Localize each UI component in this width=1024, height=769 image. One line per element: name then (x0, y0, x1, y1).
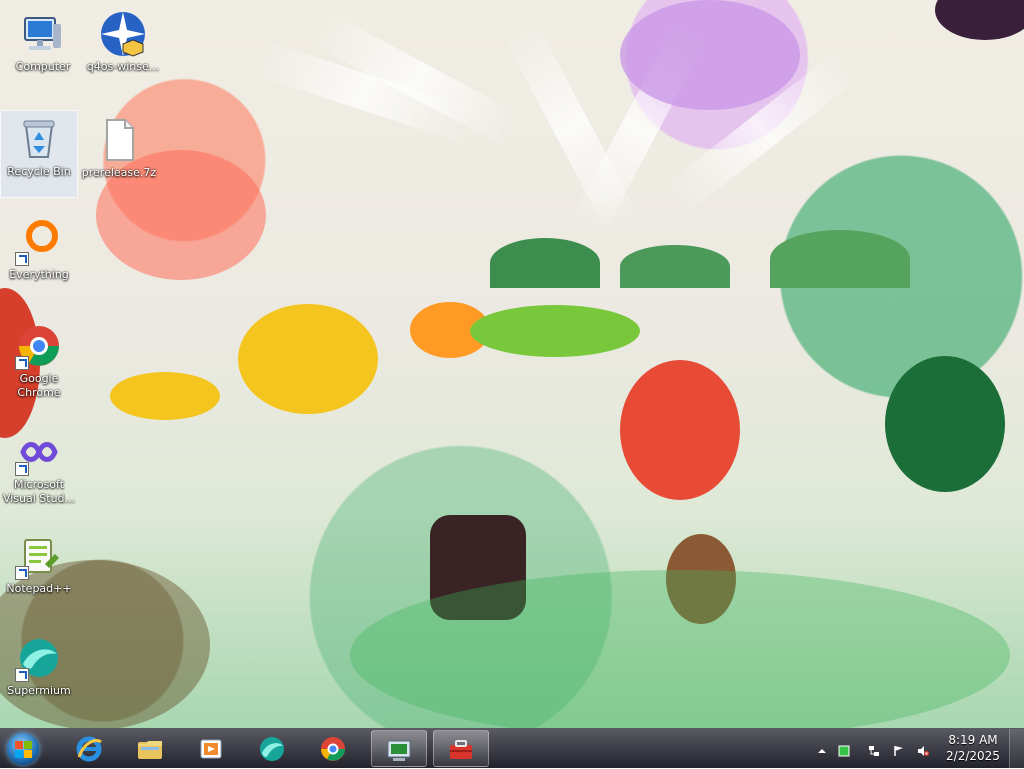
wallpaper-green-worm (470, 305, 640, 357)
taskbar-google-chrome[interactable] (306, 730, 362, 767)
file-icon (95, 116, 143, 164)
folder-icon (135, 734, 165, 764)
shortcut-arrow-icon (15, 356, 29, 370)
desktop-icon-label: Supermium (7, 684, 71, 697)
notepad-plus-plus-icon (15, 532, 63, 580)
wallpaper-yellow-blob (238, 304, 378, 414)
desktop-icon-recycle-bin[interactable]: Recycle Bin (0, 110, 78, 198)
wallpaper-hill (490, 238, 600, 288)
desktop-icon-label: q4os-winse... (86, 60, 160, 73)
wallpaper-bottom-green (350, 570, 1010, 728)
toolbox-icon (446, 735, 476, 765)
show-desktop-button[interactable] (1009, 729, 1024, 769)
wallpaper-hill (770, 230, 910, 288)
tray-network-icon[interactable] (868, 742, 880, 756)
taskbar-window-1[interactable] (371, 730, 427, 767)
windows-logo-icon (24, 741, 32, 749)
supermium-icon (15, 634, 63, 682)
tray-green-status-icon[interactable] (838, 742, 850, 757)
wallpaper-dark-blob (935, 0, 1024, 40)
windows-logo-icon (15, 741, 23, 749)
desktop-icon-notepad-plus-plus[interactable]: Notepad++ (0, 528, 78, 616)
taskbar-file-explorer[interactable] (123, 730, 179, 767)
windows-logo-icon (15, 750, 23, 758)
internet-explorer-icon (74, 734, 104, 764)
shortcut-arrow-icon (15, 252, 29, 266)
desktop-icon-label: Microsoft Visual Stud... (2, 478, 76, 505)
supermium-icon (257, 734, 287, 764)
taskbar-supermium[interactable] (245, 730, 301, 767)
installer-icon (99, 10, 147, 58)
system-window-icon (384, 735, 414, 765)
desktop-icon-label: prerelease.7z (81, 166, 157, 179)
desktop-icon-prerelease[interactable]: prerelease.7z (80, 112, 158, 200)
chrome-icon (15, 322, 63, 370)
windows-logo-icon (24, 750, 32, 758)
desktop-icon-label: Computer (15, 60, 71, 73)
desktop-icon-visual-studio[interactable]: Microsoft Visual Stud... (0, 424, 78, 512)
desktop-icon-google-chrome[interactable]: Google Chrome (0, 318, 78, 406)
shortcut-arrow-icon (15, 566, 29, 580)
taskbar-clock[interactable]: 8:19 AM 2/2/2025 (946, 732, 1000, 764)
recycle-bin-icon (15, 115, 63, 163)
media-player-icon (196, 734, 226, 764)
desktop-icon-q4os-winse[interactable]: q4os-winse... (84, 6, 162, 94)
taskbar-window-2[interactable] (433, 730, 489, 767)
desktop-icon-label: Notepad++ (6, 582, 72, 595)
clock-date: 2/2/2025 (946, 749, 1000, 763)
start-button[interactable] (7, 733, 39, 765)
wallpaper-red-worm (620, 360, 740, 500)
shortcut-arrow-icon (15, 668, 29, 682)
wallpaper-purple-blob (620, 0, 800, 110)
computer-icon (19, 10, 67, 58)
desktop-icon-label: Google Chrome (17, 372, 61, 399)
tray-expand-icon[interactable] (816, 742, 828, 754)
wallpaper-yellow-blob (110, 372, 220, 420)
taskbar: 8:19 AM 2/2/2025 (0, 728, 1024, 769)
tray-volume-muted-icon[interactable] (917, 742, 929, 756)
tray-action-center-icon[interactable] (893, 742, 905, 756)
desktop-icon-supermium[interactable]: Supermium (0, 630, 78, 718)
desktop: Computer q4os-winse... Recycle Bin prere… (0, 0, 1024, 728)
chrome-icon (318, 734, 348, 764)
desktop-icon-computer[interactable]: Computer (4, 6, 82, 94)
desktop-icon-everything[interactable]: Everything (0, 214, 78, 302)
wallpaper-hill (620, 245, 730, 288)
taskbar-media-player[interactable] (184, 730, 240, 767)
desktop-icon-label: Recycle Bin (7, 165, 71, 178)
visual-studio-icon (15, 428, 63, 476)
taskbar-internet-explorer[interactable] (62, 730, 118, 767)
clock-time: 8:19 AM (948, 733, 998, 747)
shortcut-arrow-icon (15, 462, 29, 476)
search-icon (15, 218, 63, 266)
desktop-icon-label: Everything (9, 268, 69, 281)
wallpaper-green-monster (885, 356, 1005, 492)
